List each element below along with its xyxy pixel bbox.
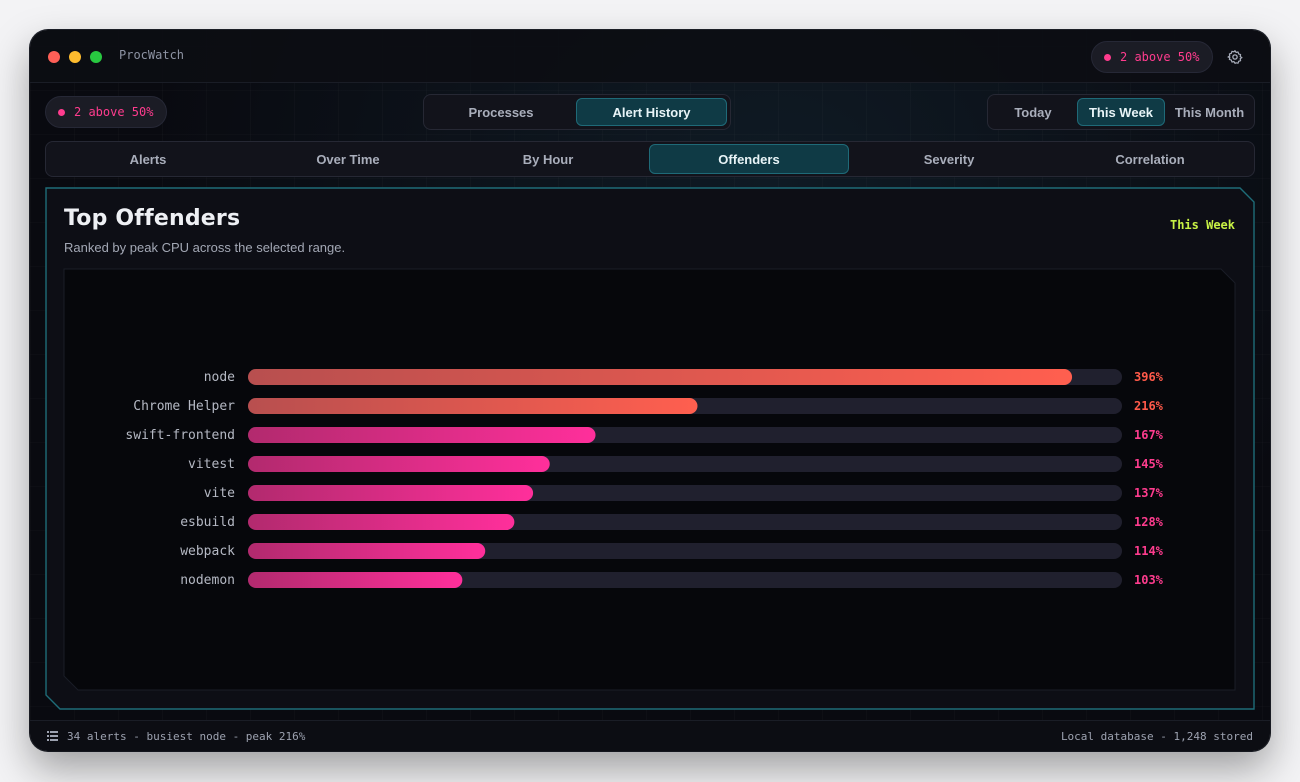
bar-category-label: nodemon [180, 573, 235, 588]
range-today[interactable]: Today [991, 98, 1075, 126]
bar-category-label: webpack [180, 544, 235, 559]
bar-webpack[interactable] [248, 543, 486, 559]
title-bar: ProcWatch 2 above 50% [30, 30, 1270, 83]
alert-dot-icon [1104, 54, 1111, 61]
bar-node[interactable] [248, 369, 1073, 385]
bar-value-label: 114% [1134, 544, 1164, 558]
tab-processes[interactable]: Processes [427, 98, 575, 126]
bar-vitest[interactable] [248, 456, 550, 472]
bar-value-label: 137% [1134, 486, 1164, 500]
subtab-over-time[interactable]: Over Time [248, 144, 448, 174]
range-this-week[interactable]: This Week [1077, 98, 1165, 126]
subtab-correlation[interactable]: Correlation [1050, 144, 1250, 174]
bar-value-label: 396% [1134, 370, 1164, 384]
status-summary: 34 alerts - busiest node - peak 216% [67, 730, 306, 743]
app-title: ProcWatch [119, 48, 185, 62]
subtab-severity[interactable]: Severity [849, 144, 1049, 174]
status-storage: Local database - 1,248 stored [1060, 730, 1253, 743]
bar-category-label: vite [204, 486, 235, 501]
bar-category-label: Chrome Helper [133, 399, 235, 414]
range-switcher: Today This Week This Month [987, 94, 1255, 130]
panel-range-label: This Week [1169, 218, 1235, 232]
bar-value-label: 128% [1134, 515, 1164, 529]
titlebar-alert-text: 2 above 50% [1120, 50, 1200, 64]
offenders-chart: node 396% Chrome Helper 216% swift-frontend 1… [63, 268, 1237, 690]
panel-title: Top Offenders [64, 206, 241, 231]
bar-value-label: 167% [1134, 428, 1164, 442]
bar-esbuild[interactable] [248, 514, 515, 530]
bar-category-label: node [204, 370, 235, 385]
range-this-month[interactable]: This Month [1167, 98, 1252, 126]
minimize-window-button[interactable] [69, 51, 81, 63]
gear-icon[interactable] [1227, 49, 1243, 65]
alert-dot-icon [58, 109, 65, 116]
app-window: ProcWatch 2 above 50% 2 above 50% Proces… [30, 30, 1270, 751]
close-window-button[interactable] [48, 51, 60, 63]
status-bar: 34 alerts - busiest node - peak 216% Loc… [30, 720, 1270, 751]
subtab-bar: Alerts Over Time By Hour Offenders Sever… [45, 141, 1255, 177]
bar-value-label: 103% [1134, 573, 1164, 587]
view-switcher: Processes Alert History [423, 94, 731, 130]
toolbar-alert-text: 2 above 50% [74, 105, 154, 119]
bar-chrome-helper[interactable] [248, 398, 698, 414]
panel-subtitle: Ranked by peak CPU across the selected r… [64, 240, 346, 255]
titlebar-alert-badge[interactable]: 2 above 50% [1091, 41, 1213, 73]
bar-nodemon[interactable] [248, 572, 463, 588]
subtab-offenders[interactable]: Offenders [649, 144, 849, 174]
tab-alert-history[interactable]: Alert History [576, 98, 727, 126]
offenders-panel: Top Offenders Ranked by peak CPU across … [45, 187, 1255, 710]
bar-category-label: vitest [188, 457, 235, 472]
bar-value-label: 216% [1134, 399, 1164, 413]
bar-vite[interactable] [248, 485, 534, 501]
bar-chart: node 396% Chrome Helper 216% swift-frontend 1… [125, 369, 1164, 588]
bar-value-label: 145% [1134, 457, 1164, 471]
list-icon [47, 731, 58, 741]
toolbar-alert-badge[interactable]: 2 above 50% [45, 96, 167, 128]
zoom-window-button[interactable] [90, 51, 102, 63]
bar-category-label: swift-frontend [125, 428, 235, 443]
subtab-by-hour[interactable]: By Hour [448, 144, 648, 174]
subtab-alerts[interactable]: Alerts [48, 144, 248, 174]
bar-swift-frontend[interactable] [248, 427, 596, 443]
bar-category-label: esbuild [180, 515, 235, 530]
